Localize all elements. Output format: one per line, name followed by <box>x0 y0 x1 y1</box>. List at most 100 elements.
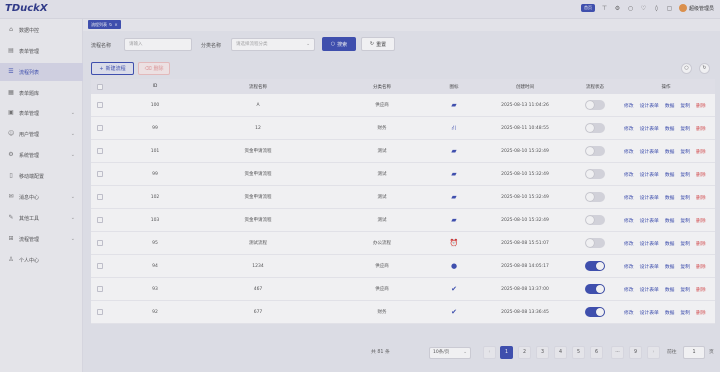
data-link[interactable]: 数据 <box>665 286 675 293</box>
close-icon[interactable]: × <box>114 20 117 29</box>
name-filter-input[interactable]: 请输入 <box>124 38 192 51</box>
delete-link[interactable]: 删除 <box>696 171 706 178</box>
prev-page-button[interactable]: ‹ <box>483 346 496 359</box>
translate-icon[interactable]: ⊤ <box>601 5 608 12</box>
row-checkbox[interactable] <box>97 194 103 200</box>
home-button[interactable]: 首页 <box>580 4 595 12</box>
data-link[interactable]: 数据 <box>665 171 675 178</box>
data-link[interactable]: 数据 <box>665 194 675 201</box>
copy-link[interactable]: 复制 <box>680 171 690 178</box>
table-row[interactable]: 99 资金申请流程 测试 2025-08-10 15:32:49 ▰ 修改 设计表单 数据 复制… <box>91 163 715 186</box>
status-toggle[interactable] <box>585 192 605 202</box>
sidebar-item[interactable]: ☰ 流程列表 <box>0 63 83 81</box>
copy-link[interactable]: 复制 <box>680 286 690 293</box>
row-checkbox[interactable] <box>97 171 103 177</box>
edit-link[interactable]: 修改 <box>624 171 634 178</box>
delete-link[interactable]: 删除 <box>696 309 706 316</box>
delete-link[interactable]: 删除 <box>696 263 706 270</box>
edit-link[interactable]: 修改 <box>624 217 634 224</box>
delete-link[interactable]: 删除 <box>696 148 706 155</box>
edit-link[interactable]: 修改 <box>624 309 634 316</box>
row-checkbox[interactable] <box>97 309 103 315</box>
search-button[interactable]: ○ 搜索 <box>322 37 356 51</box>
edit-link[interactable]: 修改 <box>624 102 634 109</box>
design-form-link[interactable]: 设计表单 <box>640 171 659 178</box>
status-toggle[interactable] <box>585 284 605 294</box>
edit-link[interactable]: 修改 <box>624 148 634 155</box>
sidebar-item[interactable]: ⌂ 数据中控 <box>0 21 83 39</box>
row-checkbox[interactable] <box>97 125 103 131</box>
edit-link[interactable]: 修改 <box>624 125 634 132</box>
next-page-button[interactable]: › <box>647 346 660 359</box>
page-button[interactable]: 5 <box>572 346 585 359</box>
design-form-link[interactable]: 设计表单 <box>640 309 659 316</box>
table-row[interactable]: 95 测试流程 办公流程 2025-08-08 15:51:07 ⏰ 修改 设计表单 数据 复制… <box>91 232 715 255</box>
row-checkbox[interactable] <box>97 240 103 246</box>
copy-link[interactable]: 复制 <box>680 217 690 224</box>
row-checkbox[interactable] <box>97 148 103 154</box>
message-icon[interactable]: ♡ <box>640 5 647 12</box>
delete-link[interactable]: 删除 <box>696 125 706 132</box>
design-form-link[interactable]: 设计表单 <box>640 102 659 109</box>
edit-link[interactable]: 修改 <box>624 263 634 270</box>
fullscreen-icon[interactable]: ▢ <box>666 5 673 12</box>
bell-icon[interactable]: ◊ <box>653 5 660 12</box>
copy-link[interactable]: 复制 <box>680 240 690 247</box>
row-checkbox[interactable] <box>97 102 103 108</box>
delete-link[interactable]: 删除 <box>696 240 706 247</box>
design-form-link[interactable]: 设计表单 <box>640 217 659 224</box>
design-form-link[interactable]: 设计表单 <box>640 286 659 293</box>
page-button[interactable]: 4 <box>554 346 567 359</box>
data-link[interactable]: 数据 <box>665 240 675 247</box>
edit-link[interactable]: 修改 <box>624 286 634 293</box>
copy-link[interactable]: 复制 <box>680 148 690 155</box>
page-button[interactable]: 9 <box>629 346 642 359</box>
search-toggle-button[interactable]: ○ <box>681 63 692 74</box>
page-button[interactable]: 6 <box>590 346 603 359</box>
page-button[interactable]: 2 <box>518 346 531 359</box>
refresh-icon[interactable]: ↻ <box>109 20 112 29</box>
delete-link[interactable]: 删除 <box>696 102 706 109</box>
design-form-link[interactable]: 设计表单 <box>640 194 659 201</box>
copy-link[interactable]: 复制 <box>680 102 690 109</box>
sidebar-item[interactable]: ▣ 表单管理 ⌄ <box>0 104 83 122</box>
sidebar-item[interactable]: ▤ 表单管理 <box>0 42 83 60</box>
page-button[interactable]: 3 <box>536 346 549 359</box>
search-icon[interactable]: ○ <box>627 5 634 12</box>
sidebar-item[interactable]: ▯ 移动端配置 <box>0 167 83 185</box>
sidebar-item[interactable]: ♙ 个人中心 <box>0 251 83 269</box>
copy-link[interactable]: 复制 <box>680 309 690 316</box>
sidebar-item[interactable]: ✎ 其他工具 ⌄ <box>0 209 83 227</box>
status-toggle[interactable] <box>585 307 605 317</box>
reset-button[interactable]: ↻ 重置 <box>361 37 395 51</box>
table-row[interactable]: 99 12 财务 2025-08-11 10:48:55 ⛙ 修改 设计表单 数据 复制 删除 <box>91 117 715 140</box>
sidebar-item[interactable]: ⊞ 流程管理 ⌄ <box>0 230 83 248</box>
copy-link[interactable]: 复制 <box>680 194 690 201</box>
table-row[interactable]: 94 1234 供应商 2025-08-08 14:05:17 ● 修改 设计表单 数据 复制删… <box>91 255 715 278</box>
status-toggle[interactable] <box>585 146 605 156</box>
category-filter-select[interactable]: 请选择流程分类 ⌄ <box>231 38 315 51</box>
row-checkbox[interactable] <box>97 286 103 292</box>
page-button[interactable]: ··· <box>611 346 624 359</box>
delete-link[interactable]: 删除 <box>696 286 706 293</box>
data-link[interactable]: 数据 <box>665 148 675 155</box>
delete-link[interactable]: 删除 <box>696 217 706 224</box>
status-toggle[interactable] <box>585 261 605 271</box>
data-link[interactable]: 数据 <box>665 125 675 132</box>
sidebar-item[interactable]: ▦ 表单题库 <box>0 84 83 102</box>
goto-page-input[interactable]: 1 <box>683 346 705 359</box>
data-link[interactable]: 数据 <box>665 309 675 316</box>
tab-flow-list[interactable]: 流程列表 ↻ × <box>88 20 121 29</box>
status-toggle[interactable] <box>585 123 605 133</box>
edit-link[interactable]: 修改 <box>624 194 634 201</box>
page-button[interactable]: 1 <box>500 346 513 359</box>
refresh-button[interactable]: ↻ <box>699 63 710 74</box>
edit-link[interactable]: 修改 <box>624 240 634 247</box>
theme-icon[interactable]: ⚙ <box>614 5 621 12</box>
status-toggle[interactable] <box>585 238 605 248</box>
page-size-select[interactable]: 10条/页 ⌄ <box>429 347 471 359</box>
delete-link[interactable]: 删除 <box>696 194 706 201</box>
new-flow-button[interactable]: + 新建流程 <box>91 62 134 75</box>
row-checkbox[interactable] <box>97 263 103 269</box>
design-form-link[interactable]: 设计表单 <box>640 263 659 270</box>
